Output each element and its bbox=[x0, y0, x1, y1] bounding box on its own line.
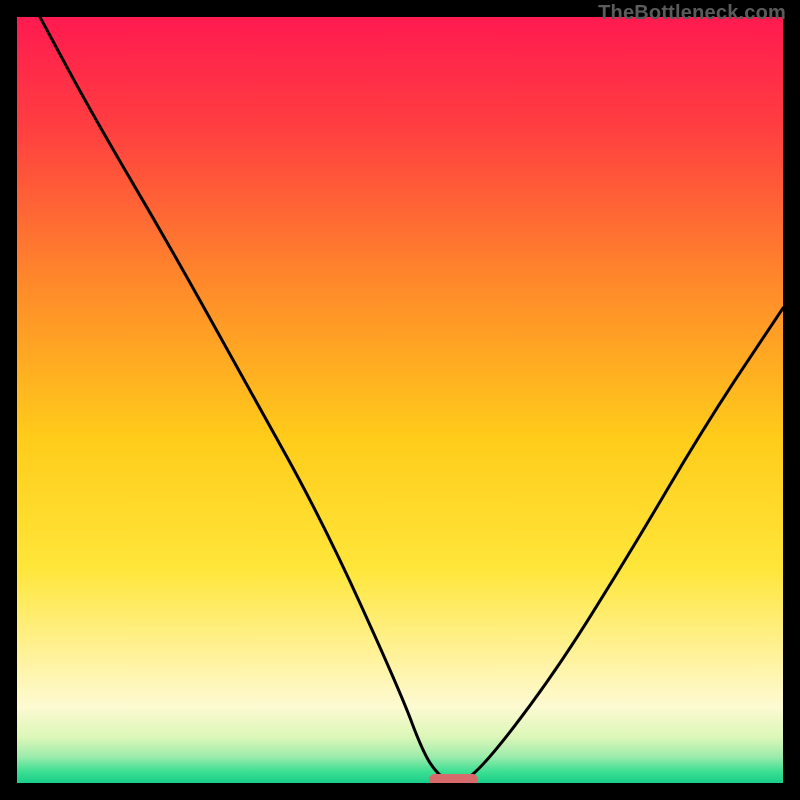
bottleneck-curve bbox=[17, 17, 783, 783]
sweet-spot-marker bbox=[429, 774, 477, 783]
watermark-link[interactable]: TheBottleneck.com bbox=[598, 2, 786, 25]
plot-area bbox=[17, 17, 783, 783]
chart-frame: TheBottleneck.com bbox=[0, 0, 800, 800]
